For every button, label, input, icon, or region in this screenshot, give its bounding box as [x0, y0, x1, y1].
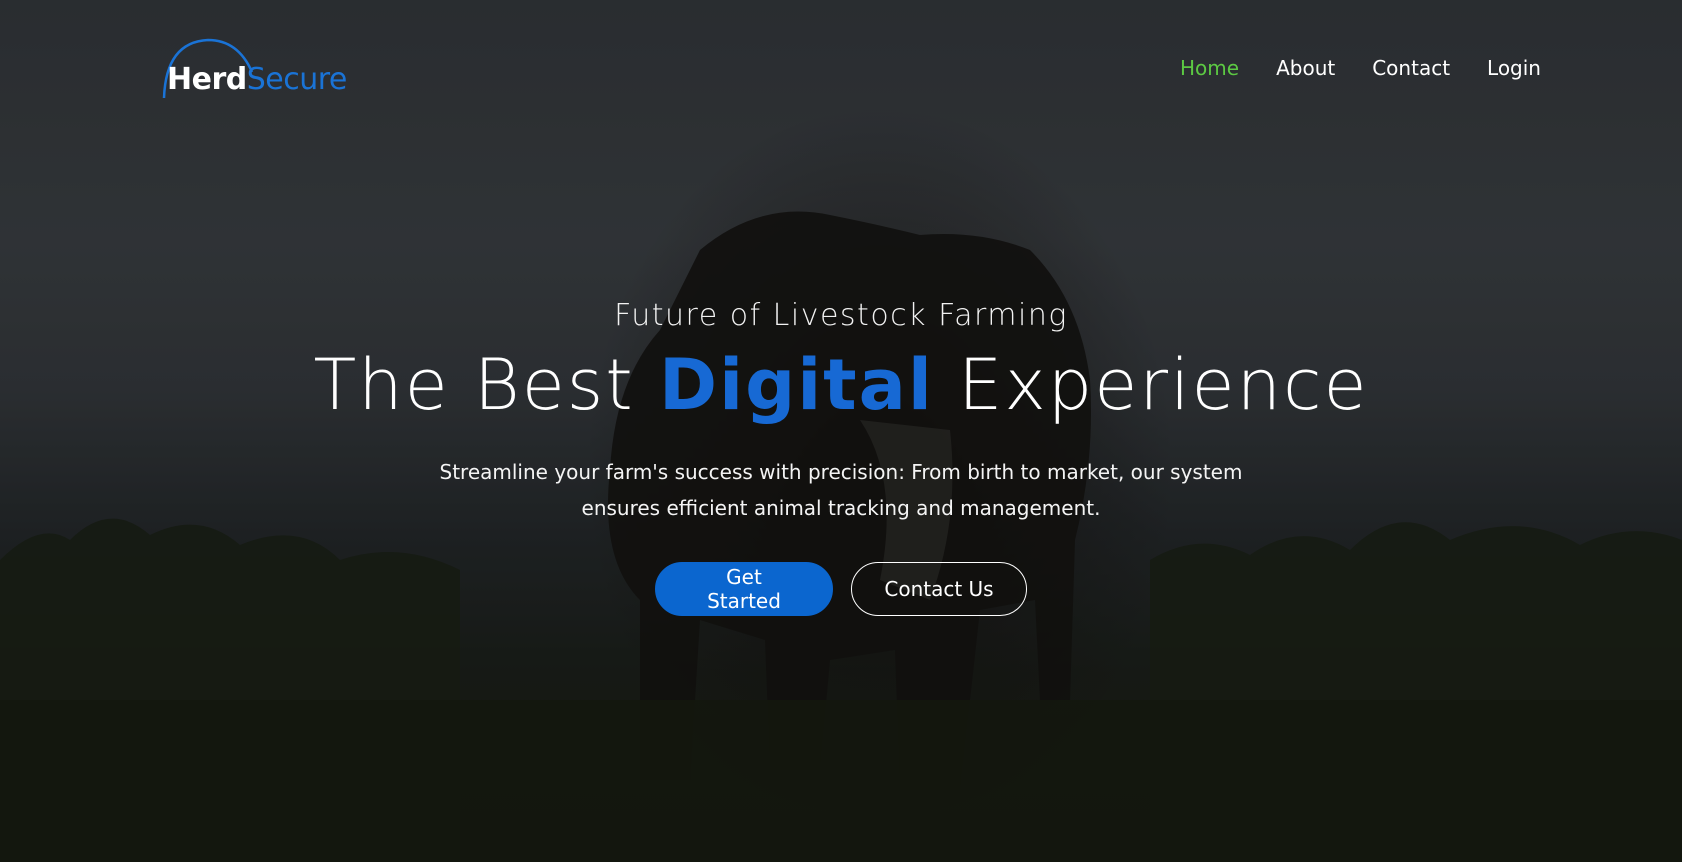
- hero-kicker: Future of Livestock Farming: [614, 298, 1068, 333]
- main-nav: Home About Contact Login: [1180, 56, 1541, 80]
- hero-description: Streamline your farm's success with prec…: [439, 460, 1243, 520]
- hero-content: Future of Livestock Farming The Best Dig…: [0, 298, 1682, 616]
- logo-text-herd: Herd: [167, 62, 247, 97]
- headline-suffix: Experience: [958, 344, 1369, 426]
- nav-item-contact[interactable]: Contact: [1372, 56, 1450, 80]
- logo-text-secure: Secure: [246, 62, 348, 97]
- nav-item-about[interactable]: About: [1276, 56, 1335, 80]
- hero-headline: The Best Digital Experience: [0, 347, 1682, 424]
- hero-section: HerdSecure Home About Contact Login Futu…: [0, 0, 1682, 862]
- logo-text: HerdSecure: [167, 62, 347, 97]
- hero-actions: Get Started Contact Us: [0, 562, 1682, 616]
- headline-accent: Digital: [658, 344, 934, 426]
- headline-prefix: The Best: [313, 344, 635, 426]
- nav-item-home[interactable]: Home: [1180, 56, 1239, 80]
- nav-item-login[interactable]: Login: [1487, 56, 1541, 80]
- get-started-button[interactable]: Get Started: [655, 562, 833, 616]
- logo[interactable]: HerdSecure: [162, 36, 352, 102]
- contact-us-button[interactable]: Contact Us: [851, 562, 1027, 616]
